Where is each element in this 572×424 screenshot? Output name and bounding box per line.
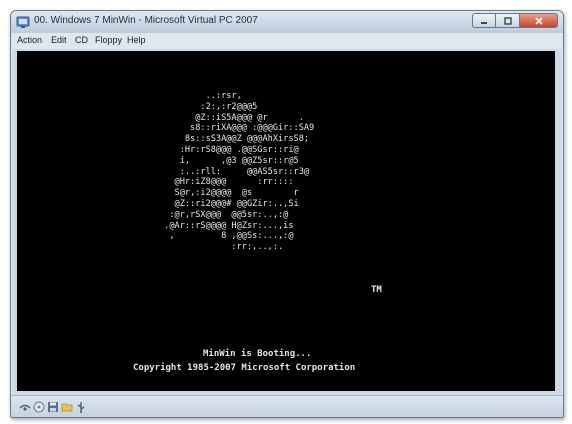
maximize-button[interactable] xyxy=(496,13,520,28)
maximize-icon xyxy=(503,12,513,30)
logo-line: :rr:,..,:. xyxy=(159,242,284,253)
network-icon[interactable] xyxy=(19,400,31,412)
logo-line: :2:,:r2@@@5 xyxy=(159,101,258,112)
minimize-icon xyxy=(479,12,489,30)
caption-buttons xyxy=(472,13,558,29)
close-button[interactable] xyxy=(520,13,558,28)
trademark-symbol: TM xyxy=(371,285,382,295)
menu-action[interactable]: Action xyxy=(17,35,42,45)
logo-line: @Z::ri2@@@# @@GZir:..,Si xyxy=(159,198,299,209)
virtual-pc-icon xyxy=(16,15,30,29)
logo-line: :..:rll: @@AS5sr::r3@ xyxy=(159,166,310,177)
menu-help[interactable]: Help xyxy=(127,35,146,45)
floppy-disk-icon[interactable] xyxy=(47,400,59,412)
minwin-ascii-logo: ..:rsr, :2:,:r2@@@5 @Z::iS5A@@@ @r . s8:… xyxy=(159,91,314,253)
virtual-pc-window: 00. Windows 7 MinWin - Microsoft Virtual… xyxy=(10,10,564,418)
logo-line: .@Ar::rS@@@@ H@Zsr:...,is xyxy=(159,220,294,231)
title-bar[interactable]: 00. Windows 7 MinWin - Microsoft Virtual… xyxy=(11,11,563,33)
usb-icon[interactable] xyxy=(75,400,87,413)
logo-line: @Hr:iZ8@@@ :rr:::: xyxy=(159,177,294,188)
folder-icon[interactable] xyxy=(61,400,73,412)
logo-line: :@r,rSX@@@ @@5sr:..,:@ xyxy=(159,209,289,220)
status-bar xyxy=(11,395,563,417)
minimize-button[interactable] xyxy=(472,13,496,28)
menu-cd[interactable]: CD xyxy=(75,35,88,45)
copyright-text: Copyright 1985-2007 Microsoft Corporatio… xyxy=(133,363,356,373)
menu-floppy[interactable]: Floppy xyxy=(95,35,122,45)
logo-line: :Hr:rS8@@@ .@@SGsr::ri@ xyxy=(159,144,299,155)
logo-line: , 8 ,@@Ss:...,:@ xyxy=(159,231,294,242)
menu-bar: Action Edit CD Floppy Help xyxy=(11,33,563,49)
logo-line: ..:rsr, xyxy=(159,91,242,101)
vm-screen[interactable]: ..:rsr, :2:,:r2@@@5 @Z::iS5A@@@ @r . s8:… xyxy=(17,51,555,391)
logo-line: S@r,:i2@@@@ @s r xyxy=(159,188,299,199)
cd-icon[interactable] xyxy=(33,400,45,413)
close-icon xyxy=(534,12,544,30)
menu-edit[interactable]: Edit xyxy=(51,35,67,45)
logo-line: i, ,@3 @@Z5sr::r@5 xyxy=(159,155,299,166)
logo-line: s8::riXA@@@ :@@@Gir::SA9 xyxy=(159,123,315,134)
window-title: 00. Windows 7 MinWin - Microsoft Virtual… xyxy=(34,15,258,26)
boot-status-text: MinWin is Booting... xyxy=(203,349,312,359)
logo-line: 8s::sS3A@@Z @@@AhXirsS8; xyxy=(159,134,310,145)
logo-line: @Z::iS5A@@@ @r . xyxy=(159,112,304,123)
